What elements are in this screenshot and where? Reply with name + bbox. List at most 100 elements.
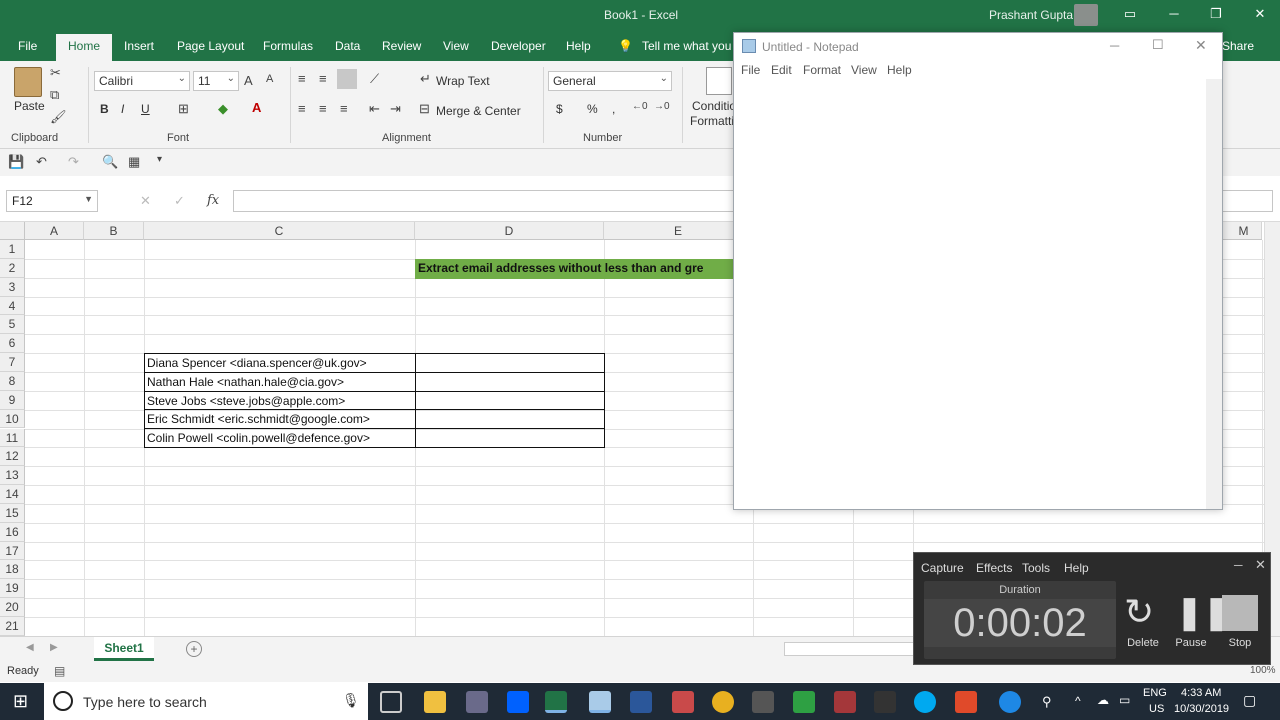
- language-indicator[interactable]: ENG: [1143, 687, 1167, 699]
- tab-formulas[interactable]: Formulas: [263, 39, 313, 53]
- pause-button[interactable]: Pause: [1169, 637, 1213, 649]
- align-center-icon[interactable]: ≡: [319, 101, 327, 116]
- row-header[interactable]: 18: [0, 560, 25, 580]
- increase-decimal-icon[interactable]: ←0: [632, 101, 648, 112]
- notepad-taskbar-icon[interactable]: [589, 691, 611, 713]
- orientation-icon[interactable]: ⟋: [370, 71, 379, 87]
- taskbar-search[interactable]: Type here to search 🎙: [44, 683, 368, 720]
- row-header[interactable]: 9: [0, 390, 25, 410]
- notepad-menu-help[interactable]: Help: [887, 63, 912, 77]
- italic-button[interactable]: I: [121, 102, 124, 116]
- cancel-icon[interactable]: ✕: [140, 193, 151, 209]
- customize-qat-icon[interactable]: ▾: [157, 154, 162, 165]
- next-sheet-icon[interactable]: ▶: [50, 642, 58, 653]
- borders-icon[interactable]: ⊞: [178, 101, 189, 117]
- zoom-level[interactable]: 100%: [1250, 665, 1276, 676]
- minimize-button[interactable]: ─: [1164, 6, 1184, 21]
- row-header[interactable]: 13: [0, 466, 25, 486]
- paste-icon[interactable]: [14, 67, 42, 97]
- maximize-button[interactable]: ❐: [1206, 6, 1226, 22]
- column-header-e[interactable]: E: [604, 222, 753, 240]
- tab-file[interactable]: File: [18, 39, 37, 53]
- wrap-text-button[interactable]: Wrap Text: [436, 74, 490, 88]
- ribbon-display-options-icon[interactable]: ▭: [1120, 6, 1140, 22]
- column-header-m[interactable]: M: [1225, 222, 1262, 240]
- row-header[interactable]: 21: [0, 617, 25, 636]
- row-header[interactable]: 7: [0, 353, 25, 372]
- camtasia-icon[interactable]: [793, 691, 815, 713]
- cell-c8[interactable]: Nathan Hale <nathan.hale@cia.gov>: [144, 372, 416, 392]
- insert-function-icon[interactable]: fx: [207, 193, 219, 208]
- column-header-b[interactable]: B: [84, 222, 144, 240]
- battery-icon[interactable]: ▭: [1119, 693, 1130, 707]
- column-header-c[interactable]: C: [144, 222, 415, 240]
- row-header[interactable]: 17: [0, 541, 25, 561]
- decrease-font-icon[interactable]: A: [266, 73, 273, 85]
- cell-d7[interactable]: [415, 353, 605, 373]
- prev-sheet-icon[interactable]: ◀: [26, 642, 34, 653]
- form-icon[interactable]: ▦: [128, 154, 140, 170]
- tab-help[interactable]: Help: [566, 39, 591, 53]
- number-format-box[interactable]: General ⌄: [548, 71, 672, 91]
- windows-start-icon[interactable]: ⊞: [13, 691, 28, 712]
- row-header[interactable]: 16: [0, 522, 25, 542]
- row-header[interactable]: 6: [0, 334, 25, 354]
- currency-button[interactable]: $: [556, 102, 563, 116]
- delete-button[interactable]: Delete: [1121, 637, 1165, 649]
- notepad-menu-view[interactable]: View: [851, 63, 877, 77]
- row-header[interactable]: 2: [0, 258, 25, 278]
- tab-home[interactable]: Home: [56, 34, 113, 61]
- tell-me-box[interactable]: Tell me what you w: [642, 39, 743, 53]
- recorder-menu-help[interactable]: Help: [1064, 561, 1089, 575]
- cell-c10[interactable]: Eric Schmidt <eric.schmidt@google.com>: [144, 409, 416, 429]
- close-button[interactable]: ✕: [1250, 6, 1270, 22]
- underline-button[interactable]: U: [141, 102, 150, 116]
- font-color-icon[interactable]: A: [252, 100, 261, 115]
- language-region[interactable]: US: [1149, 703, 1164, 715]
- recorder-taskbar-icon[interactable]: [955, 691, 977, 713]
- increase-font-icon[interactable]: A: [244, 73, 253, 88]
- tab-data[interactable]: Data: [335, 39, 360, 53]
- cell-d8[interactable]: [415, 372, 605, 392]
- name-box[interactable]: F12 ▼: [6, 190, 98, 212]
- align-bottom-icon[interactable]: [337, 69, 357, 89]
- tab-review[interactable]: Review: [382, 39, 421, 53]
- column-header-a[interactable]: A: [25, 222, 84, 240]
- store-icon[interactable]: [466, 691, 488, 713]
- network-icon[interactable]: ☁: [1097, 693, 1109, 707]
- tab-page-layout[interactable]: Page Layout: [177, 39, 244, 53]
- notepad-close-button[interactable]: ✕: [1195, 37, 1207, 54]
- delete-icon[interactable]: ↻: [1124, 591, 1154, 633]
- format-painter-icon[interactable]: 🖌: [50, 109, 67, 125]
- row-header[interactable]: 15: [0, 503, 25, 523]
- notepad-menu-format[interactable]: Format: [803, 63, 841, 77]
- recorder-minimize-button[interactable]: ─: [1234, 558, 1243, 572]
- copy-icon[interactable]: ⧉: [50, 87, 59, 103]
- add-sheet-button[interactable]: +: [186, 641, 202, 657]
- word-icon[interactable]: [630, 691, 652, 713]
- macro-record-icon[interactable]: ▤: [54, 664, 65, 678]
- row-header[interactable]: 14: [0, 485, 25, 504]
- row-header[interactable]: 20: [0, 598, 25, 617]
- merge-center-button[interactable]: Merge & Center: [436, 104, 521, 118]
- help-icon[interactable]: [999, 691, 1021, 713]
- file-explorer-icon[interactable]: [424, 691, 446, 713]
- cell-c11[interactable]: Colin Powell <colin.powell@defence.gov>: [144, 428, 416, 448]
- increase-indent-icon[interactable]: ⇥: [390, 101, 401, 117]
- cell-d10[interactable]: [415, 409, 605, 429]
- bold-button[interactable]: B: [100, 102, 109, 116]
- align-left-icon[interactable]: ≡: [298, 101, 306, 116]
- column-header-d[interactable]: D: [415, 222, 604, 240]
- notepad-minimize-button[interactable]: ─: [1110, 38, 1119, 53]
- row-header[interactable]: 1: [0, 240, 25, 259]
- dropbox-icon[interactable]: [507, 691, 529, 713]
- microphone-icon[interactable]: 🎙: [342, 692, 360, 709]
- recorder-menu-capture[interactable]: Capture: [921, 561, 964, 575]
- fill-color-icon[interactable]: ◆: [218, 101, 228, 117]
- comma-button[interactable]: ,: [612, 102, 615, 116]
- recorder-menu-effects[interactable]: Effects: [976, 561, 1012, 575]
- cut-icon[interactable]: ✂: [50, 65, 61, 81]
- access-icon[interactable]: [834, 691, 856, 713]
- share-button[interactable]: Share: [1222, 39, 1254, 53]
- notifications-icon[interactable]: ▢: [1243, 692, 1256, 709]
